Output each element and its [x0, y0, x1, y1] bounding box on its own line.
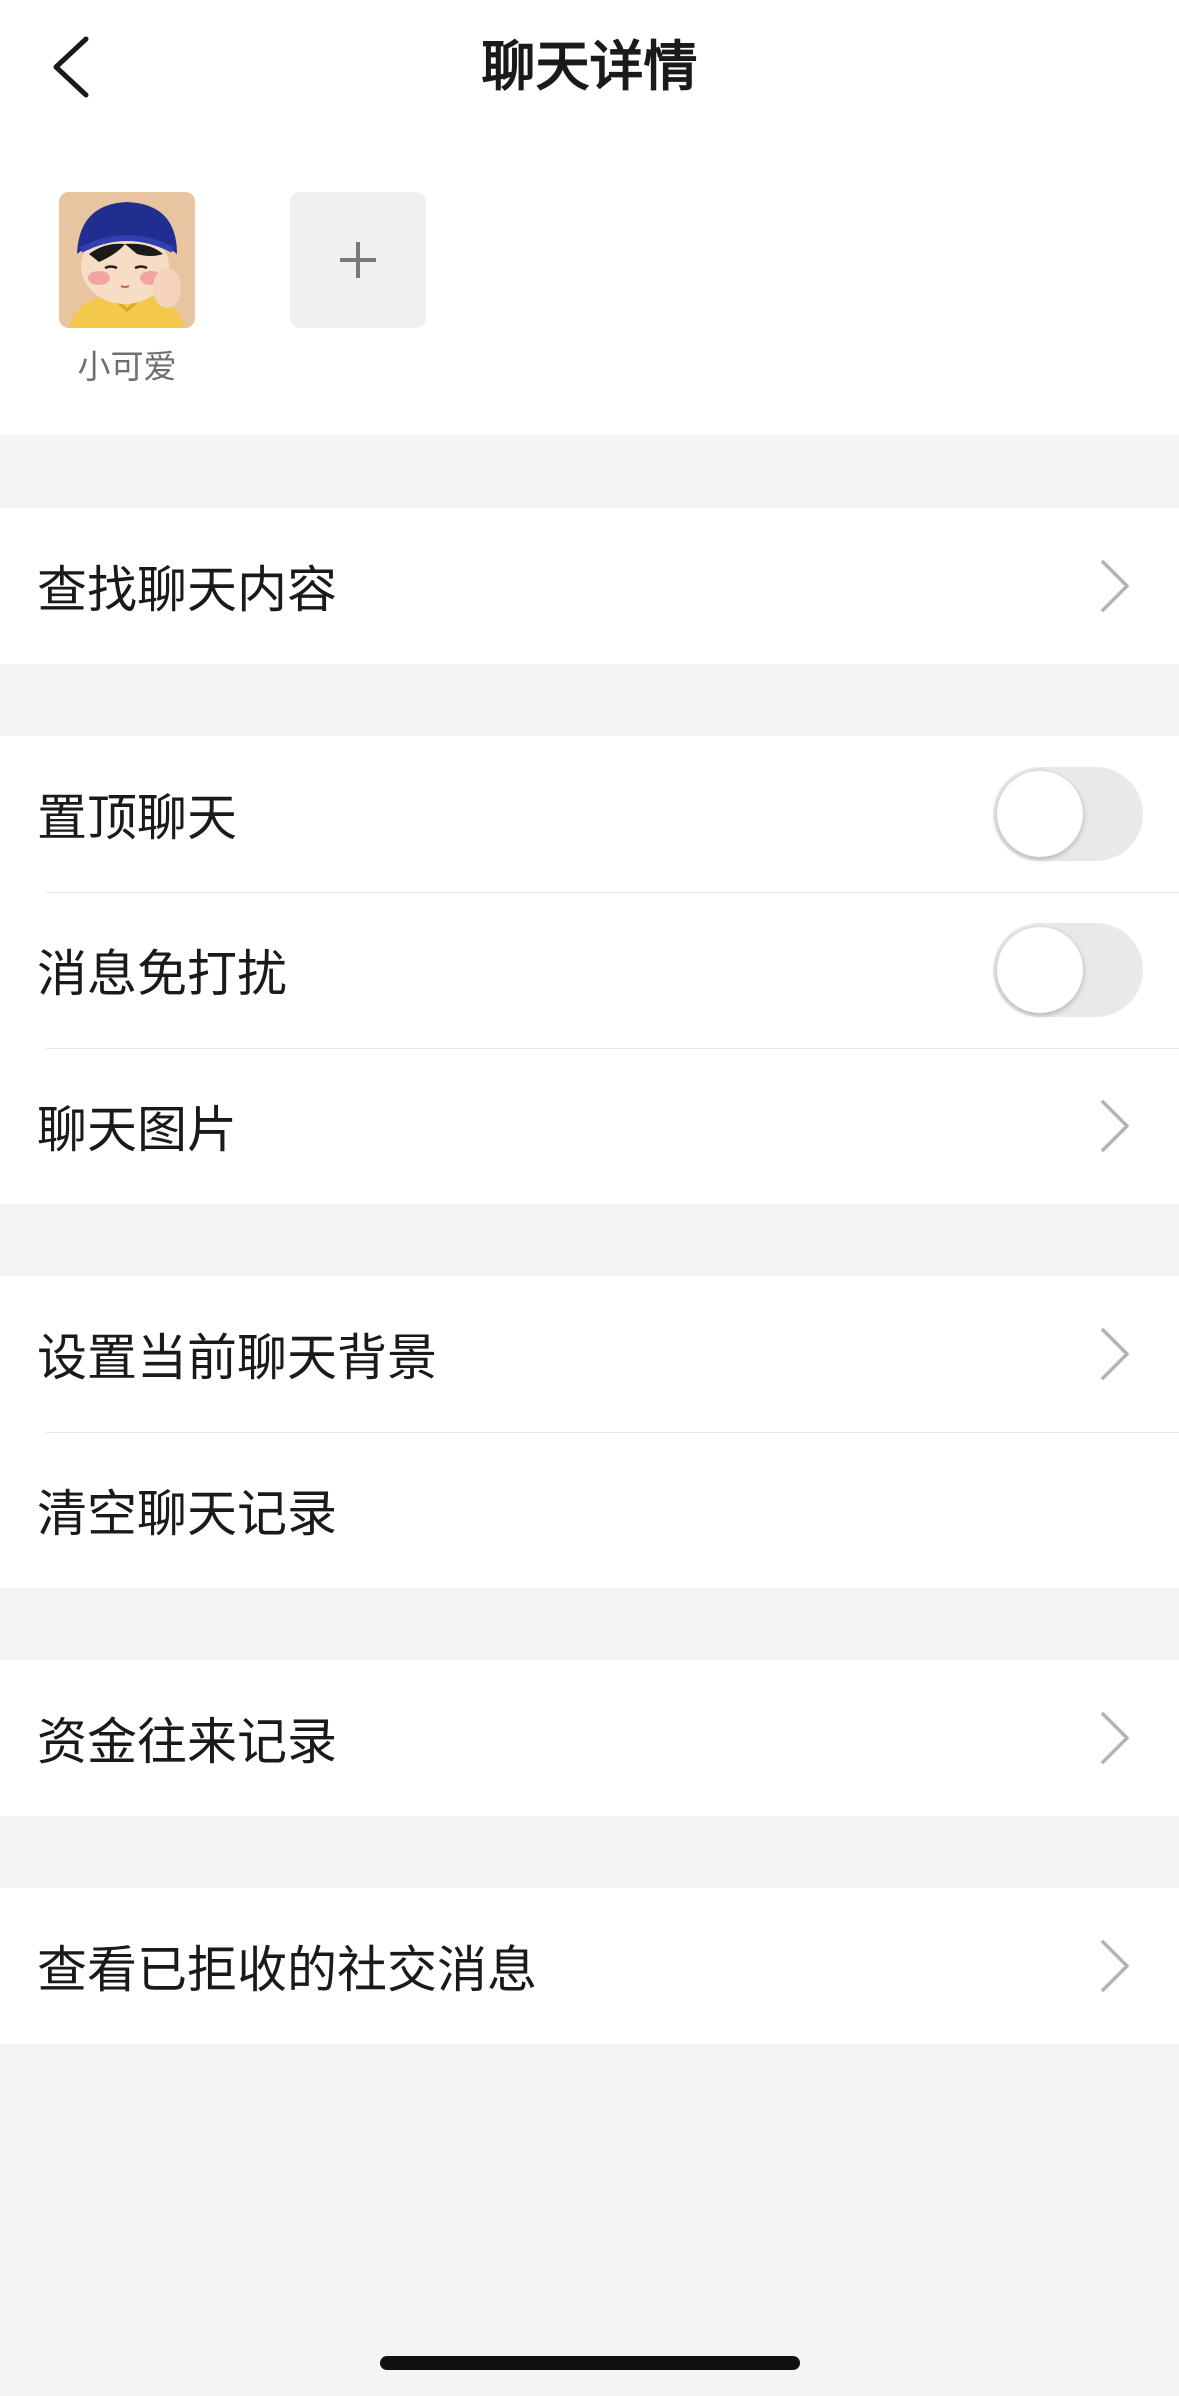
chevron-right-icon: [1101, 1100, 1129, 1152]
cartoon-girl-avatar: [59, 192, 195, 328]
chevron-right-icon: [1101, 1712, 1129, 1764]
member-name: 小可爱: [77, 347, 177, 386]
row-label: 消息免打扰: [37, 945, 287, 1003]
chevron-right-icon: [1101, 1328, 1129, 1380]
funds-group: 资金往来记录: [0, 1660, 1179, 1816]
search-chat-content-row[interactable]: 查找聊天内容: [0, 508, 1179, 664]
row-label: 清空聊天记录: [37, 1485, 337, 1543]
mute-notifications-toggle[interactable]: [993, 923, 1143, 1017]
background-group: 设置当前聊天背景 清空聊天记录: [0, 1276, 1179, 1588]
row-label: 资金往来记录: [37, 1713, 337, 1771]
mute-notifications-row: 消息免打扰: [0, 892, 1179, 1048]
home-indicator: [380, 2356, 800, 2370]
chevron-right-icon: [1101, 560, 1129, 612]
toggle-knob: [997, 771, 1083, 857]
pin-chat-row: 置顶聊天: [0, 736, 1179, 892]
plus-icon: [340, 242, 376, 278]
rejected-messages-group: 查看已拒收的社交消息: [0, 1888, 1179, 2044]
row-label: 置顶聊天: [37, 789, 237, 847]
search-group: 查找聊天内容: [0, 508, 1179, 664]
pin-chat-toggle[interactable]: [993, 767, 1143, 861]
rejected-social-messages-row[interactable]: 查看已拒收的社交消息: [0, 1888, 1179, 2044]
toggle-knob: [997, 927, 1083, 1013]
fund-records-row[interactable]: 资金往来记录: [0, 1660, 1179, 1816]
chat-settings-group: 置顶聊天 消息免打扰 聊天图片: [0, 736, 1179, 1204]
add-member-button[interactable]: [290, 192, 426, 328]
row-label: 查看已拒收的社交消息: [37, 1941, 537, 1999]
row-label: 设置当前聊天背景: [37, 1329, 437, 1387]
page-title: 聊天详情: [481, 35, 698, 98]
chat-images-row[interactable]: 聊天图片: [0, 1048, 1179, 1204]
nav-bar: 聊天详情: [0, 0, 1179, 140]
row-label: 查找聊天内容: [37, 561, 337, 619]
member-item: 小可爱: [59, 192, 195, 388]
avatar[interactable]: [59, 192, 195, 328]
members-section: 小可爱: [0, 140, 1179, 435]
set-chat-background-row[interactable]: 设置当前聊天背景: [0, 1276, 1179, 1432]
row-label: 聊天图片: [37, 1101, 237, 1159]
chevron-right-icon: [1101, 1940, 1129, 1992]
clear-chat-history-row[interactable]: 清空聊天记录: [0, 1432, 1179, 1588]
